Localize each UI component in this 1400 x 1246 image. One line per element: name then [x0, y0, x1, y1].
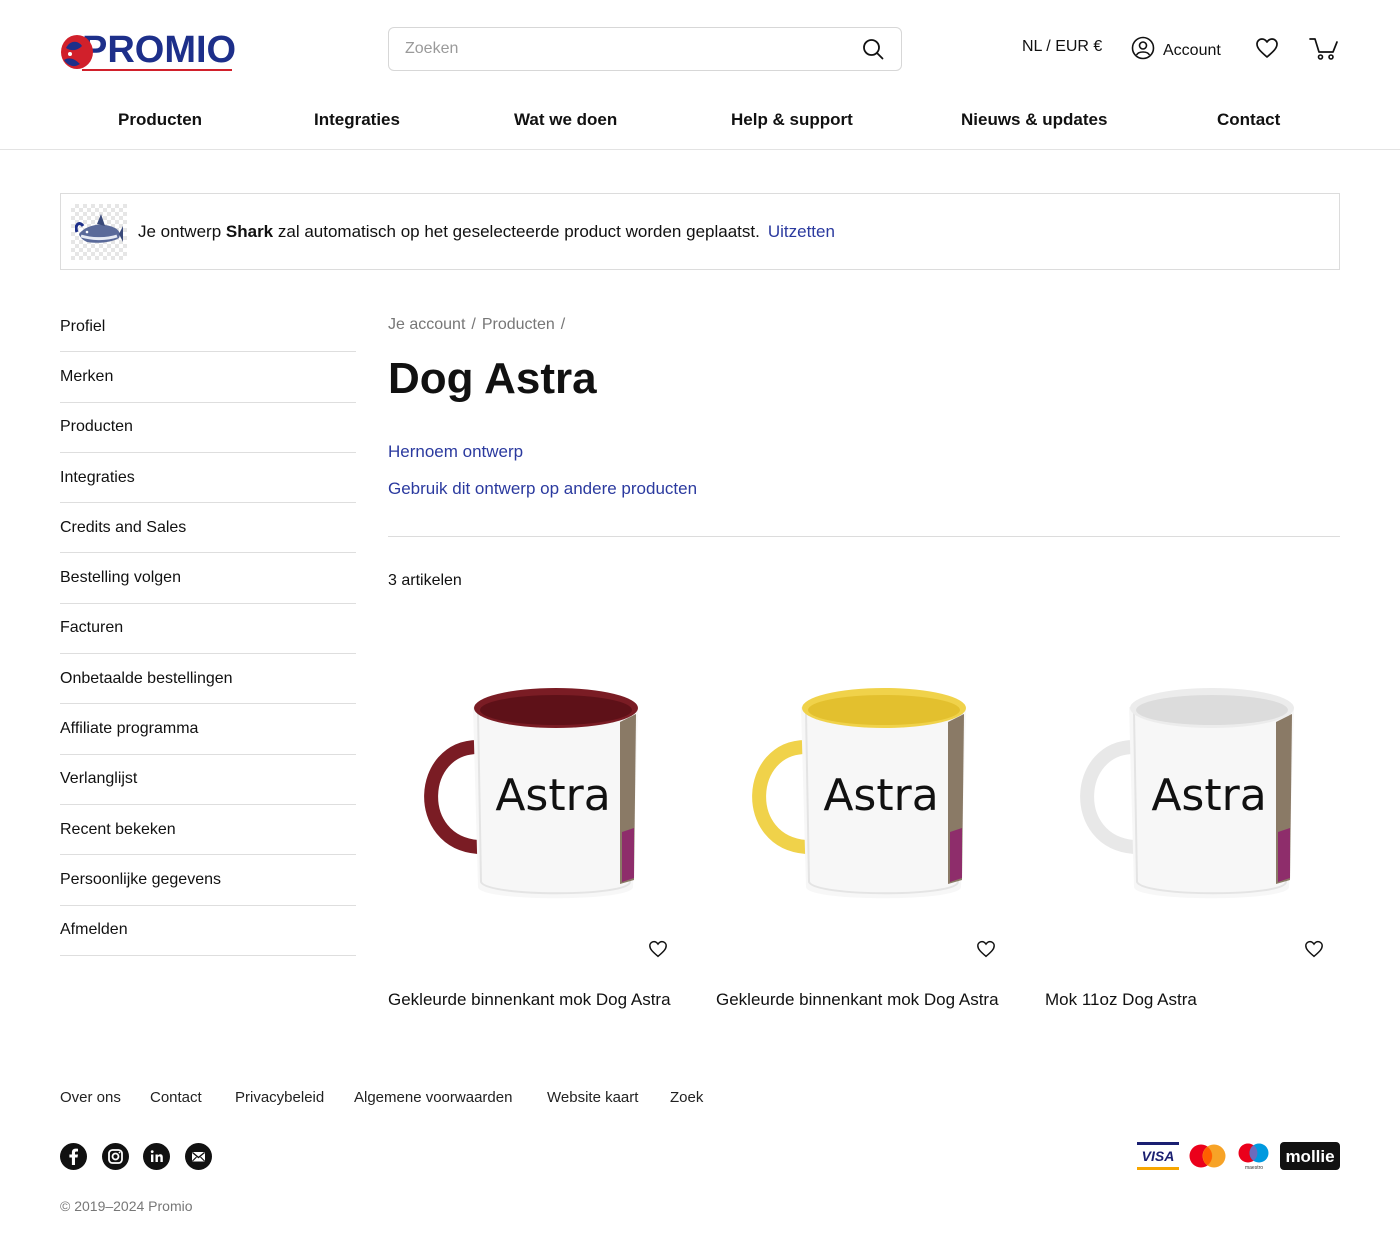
- sidebar-item-afmelden[interactable]: Afmelden: [60, 906, 356, 956]
- product-title[interactable]: Gekleurde binnenkant mok Dog Astra: [388, 990, 671, 1010]
- maestro-logo: maestro: [1236, 1142, 1272, 1171]
- mug-print-text: Astra: [495, 770, 610, 821]
- mollie-logo: mollie: [1280, 1142, 1340, 1170]
- disable-auto-placement-link[interactable]: Uitzetten: [768, 222, 835, 242]
- svg-text:VISA: VISA: [1142, 1148, 1175, 1164]
- favorite-heart-icon[interactable]: [976, 940, 996, 960]
- favorite-heart-icon[interactable]: [1304, 940, 1324, 960]
- logo-globe-icon: [60, 30, 93, 70]
- shark-design-thumbnail: [71, 203, 127, 260]
- main-navigation: Producten Integraties Wat we doen Help &…: [60, 110, 1340, 138]
- promio-logo[interactable]: PROMIO: [60, 27, 237, 73]
- footer-link-website-kaart[interactable]: Website kaart: [547, 1089, 638, 1106]
- user-circle-icon: [1131, 36, 1155, 65]
- nav-wat-we-doen[interactable]: Wat we doen: [514, 110, 617, 130]
- instagram-icon[interactable]: [102, 1143, 129, 1170]
- nav-producten[interactable]: Producten: [118, 110, 202, 130]
- product-image[interactable]: Astra: [398, 652, 698, 932]
- logo-underline: [82, 69, 232, 71]
- svg-text:maestro: maestro: [1245, 1165, 1263, 1170]
- breadcrumb-producten[interactable]: Producten: [482, 316, 555, 333]
- design-notice-banner: Je ontwerp Shark zal automatisch op het …: [60, 193, 1340, 270]
- product-title[interactable]: Gekleurde binnenkant mok Dog Astra: [716, 990, 999, 1010]
- footer-link-over-ons[interactable]: Over ons: [60, 1089, 121, 1106]
- site-header: PROMIO NL / EUR € Account Producten Inte…: [0, 0, 1400, 150]
- product-card[interactable]: Astra: [726, 652, 1026, 932]
- wishlist-heart-icon[interactable]: [1255, 37, 1279, 64]
- notice-design-name: Shark: [225, 221, 274, 241]
- footer-link-contact[interactable]: Contact: [150, 1089, 202, 1106]
- item-count: 3 artikelen: [388, 572, 462, 589]
- sidebar-item-profiel[interactable]: Profiel: [60, 302, 356, 353]
- mastercard-logo: [1187, 1142, 1229, 1170]
- facebook-icon[interactable]: [60, 1143, 87, 1170]
- section-divider: [388, 536, 1340, 537]
- notice-text: Je ontwerp Shark zal automatisch op het …: [138, 221, 760, 241]
- breadcrumb: Je account / Producten /: [388, 316, 571, 334]
- mail-icon[interactable]: [185, 1143, 212, 1170]
- product-image[interactable]: Astra: [1054, 652, 1354, 932]
- search-input[interactable]: [405, 40, 861, 58]
- product-image[interactable]: Astra: [726, 652, 1026, 932]
- sidebar-item-onbetaalde-bestellingen[interactable]: Onbetaalde bestellingen: [60, 654, 356, 705]
- account-link[interactable]: Account: [1131, 36, 1221, 65]
- linkedin-icon[interactable]: [143, 1143, 170, 1170]
- mug-print-text: Astra: [823, 770, 938, 821]
- nav-contact[interactable]: Contact: [1217, 110, 1280, 130]
- footer-link-zoek[interactable]: Zoek: [670, 1089, 703, 1106]
- search-box: [388, 27, 902, 71]
- rename-design-link[interactable]: Hernoem ontwerp: [388, 442, 523, 462]
- sidebar-item-integraties[interactable]: Integraties: [60, 453, 356, 504]
- reuse-design-link[interactable]: Gebruik dit ontwerp op andere producten: [388, 479, 697, 499]
- sidebar-item-verlanglijst[interactable]: Verlanglijst: [60, 755, 356, 805]
- sidebar-item-persoonlijke-gegevens[interactable]: Persoonlijke gegevens: [60, 855, 356, 906]
- copyright: © 2019–2024 Promio: [60, 1198, 193, 1214]
- nav-integraties[interactable]: Integraties: [314, 110, 400, 130]
- mug-print-text: Astra: [1151, 770, 1266, 821]
- footer-link-privacybeleid[interactable]: Privacybeleid: [235, 1089, 324, 1106]
- sidebar-item-recent-bekeken[interactable]: Recent bekeken: [60, 805, 356, 856]
- product-title[interactable]: Mok 11oz Dog Astra: [1045, 990, 1197, 1010]
- cart-icon[interactable]: [1309, 36, 1339, 67]
- favorite-heart-icon[interactable]: [648, 940, 668, 960]
- svg-text:mollie: mollie: [1285, 1147, 1334, 1166]
- sidebar-item-bestelling-volgen[interactable]: Bestelling volgen: [60, 553, 356, 604]
- breadcrumb-separator: /: [560, 316, 566, 333]
- footer-link-algemene-voorwaarden[interactable]: Algemene voorwaarden: [354, 1089, 512, 1106]
- account-sidebar: Profiel Merken Producten Integraties Cre…: [60, 302, 356, 956]
- sidebar-item-merken[interactable]: Merken: [60, 352, 356, 403]
- product-card[interactable]: Astra: [398, 652, 698, 932]
- locale-currency-selector[interactable]: NL / EUR €: [1022, 38, 1102, 56]
- sidebar-item-credits-and-sales[interactable]: Credits and Sales: [60, 503, 356, 554]
- search-icon[interactable]: [861, 37, 885, 61]
- breadcrumb-je-account[interactable]: Je account: [388, 316, 465, 333]
- sidebar-item-facturen[interactable]: Facturen: [60, 604, 356, 655]
- breadcrumb-separator: /: [471, 316, 476, 333]
- account-label: Account: [1163, 41, 1221, 59]
- sidebar-item-affiliate-programma[interactable]: Affiliate programma: [60, 704, 356, 755]
- nav-nieuws-updates[interactable]: Nieuws & updates: [961, 110, 1107, 130]
- visa-logo: VISA: [1137, 1142, 1179, 1170]
- logo-wordmark: PROMIO: [82, 29, 237, 71]
- page-title: Dog Astra: [388, 354, 597, 403]
- product-card[interactable]: Astra: [1054, 652, 1354, 932]
- nav-help-support[interactable]: Help & support: [731, 110, 853, 130]
- sidebar-item-producten[interactable]: Producten: [60, 403, 356, 453]
